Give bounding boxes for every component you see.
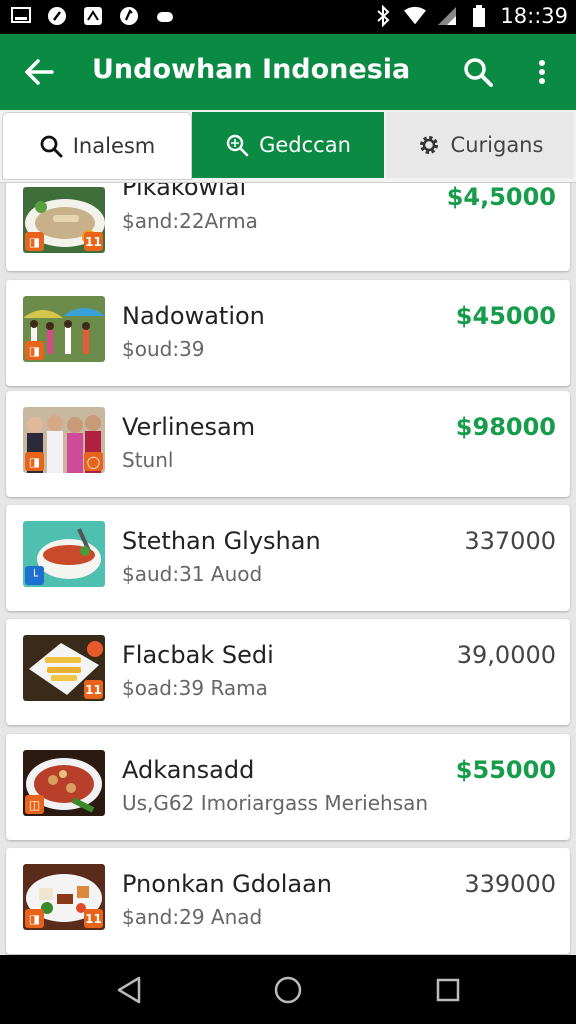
ticket-icon: ◫ bbox=[25, 795, 44, 814]
item-price: $98000 bbox=[455, 413, 556, 441]
item-subtitle: $and:22Arma bbox=[122, 209, 258, 233]
notification-icon bbox=[46, 6, 68, 26]
item-subtitle: $oud:39 bbox=[122, 337, 205, 361]
wifi-icon bbox=[404, 6, 427, 26]
nav-back-button[interactable] bbox=[112, 973, 146, 1007]
tab-label: Gedccan bbox=[259, 133, 351, 157]
item-subtitle: Stunl bbox=[122, 448, 174, 472]
tab-label: Curigans bbox=[450, 133, 544, 157]
tab-inalesm[interactable]: Inalesm bbox=[2, 112, 192, 180]
more-vert-icon bbox=[539, 60, 545, 84]
ticket-icon: 11 bbox=[84, 909, 103, 928]
food-thumbnail: └ bbox=[23, 521, 105, 587]
signal-icon bbox=[436, 6, 458, 26]
item-price: 337000 bbox=[464, 527, 556, 555]
ticket-icon: ◨ bbox=[25, 909, 44, 928]
item-name: Nadowation bbox=[122, 302, 265, 330]
item-name: Adkansadd bbox=[122, 756, 255, 784]
ticket-icon: 11 bbox=[84, 680, 103, 699]
battery-icon bbox=[468, 5, 490, 27]
chart-icon: └ bbox=[25, 566, 44, 585]
navigation-bar bbox=[0, 955, 576, 1024]
cloud-icon bbox=[154, 6, 176, 26]
item-price: 39,0000 bbox=[456, 641, 556, 669]
tab-label: Inalesm bbox=[72, 134, 156, 158]
circle-home-icon bbox=[274, 976, 302, 1004]
item-subtitle: $and:29 Anad bbox=[122, 905, 263, 929]
item-price: $4,5000 bbox=[446, 183, 556, 211]
ticket-icon: ◨ bbox=[25, 452, 44, 471]
status-right-icons: 18::39 bbox=[372, 4, 568, 28]
item-name: Pnonkan Gdolaan bbox=[122, 870, 332, 898]
food-thumbnail: ◨ 11 bbox=[23, 187, 105, 253]
screen-icon bbox=[10, 6, 32, 26]
list-item[interactable]: ◨ 11 Pnonkan Gdolaan $and:29 Anad 339000 bbox=[6, 848, 570, 954]
item-name: Flacbak Sedi bbox=[122, 641, 274, 669]
tab-gedccan[interactable]: Gedccan bbox=[192, 112, 384, 178]
image-icon bbox=[82, 6, 104, 26]
status-left-icons bbox=[10, 6, 176, 26]
tab-bar: Inalesm Gedccan Curigans bbox=[0, 110, 576, 183]
nav-home-button[interactable] bbox=[271, 973, 305, 1007]
nav-recents-button[interactable] bbox=[431, 973, 465, 1007]
food-thumbnail: ◨ 11 bbox=[23, 864, 105, 930]
ticket-icon: ◨ bbox=[25, 341, 44, 360]
ticket-icon: ◯ bbox=[84, 452, 103, 471]
item-subtitle: Us,G62 Imoriargass Meriehsan bbox=[122, 791, 429, 815]
item-name: Pikakowial bbox=[122, 183, 247, 201]
page-title: Undowhan Indonesia bbox=[92, 54, 411, 85]
food-thumbnail: 11 bbox=[23, 635, 105, 701]
back-button[interactable] bbox=[20, 54, 58, 90]
item-subtitle: $oad:39 Rama bbox=[122, 676, 268, 700]
search-button[interactable] bbox=[458, 52, 498, 92]
list-item[interactable]: ◨ ◯ Verlinesam Stunl $98000 bbox=[6, 391, 570, 497]
list-item[interactable]: └ Stethan Glyshan $aud:31 Auod 337000 bbox=[6, 505, 570, 611]
bluetooth-icon bbox=[372, 5, 394, 27]
status-bar: 18::39 bbox=[0, 0, 576, 34]
gear-icon bbox=[419, 136, 438, 154]
search-icon bbox=[464, 58, 493, 87]
item-price: $45000 bbox=[455, 302, 556, 330]
food-thumbnail: ◨ ◯ bbox=[23, 407, 105, 473]
status-time: 18::39 bbox=[500, 4, 568, 28]
ticket-icon: 11 bbox=[84, 232, 103, 251]
app-bar: Undowhan Indonesia bbox=[0, 34, 576, 110]
item-price: 339000 bbox=[464, 870, 556, 898]
search-icon bbox=[40, 135, 63, 158]
food-thumbnail: ◫ bbox=[23, 750, 105, 816]
food-thumbnail: ◨ bbox=[23, 296, 105, 362]
item-price: $55000 bbox=[455, 756, 556, 784]
arrow-left-icon bbox=[25, 59, 54, 85]
more-options-button[interactable] bbox=[524, 52, 560, 92]
item-name: Stethan Glyshan bbox=[122, 527, 321, 555]
list-item[interactable]: ◫ Adkansadd Us,G62 Imoriargass Meriehsan… bbox=[6, 734, 570, 840]
list-item[interactable]: ◨ 11 Pikakowial $and:22Arma $4,5000 bbox=[6, 183, 570, 271]
list-item[interactable]: ◨ Nadowation $oud:39 $45000 bbox=[6, 280, 570, 386]
tab-curigans[interactable]: Curigans bbox=[386, 112, 574, 178]
list-item[interactable]: 11 Flacbak Sedi $oad:39 Rama 39,0000 bbox=[6, 619, 570, 725]
item-subtitle: $aud:31 Auod bbox=[122, 562, 263, 586]
app-icon bbox=[118, 6, 140, 26]
item-list: ◨ 11 Pikakowial $and:22Arma $4,5000 ◨ Na… bbox=[0, 183, 576, 955]
ticket-icon: ◨ bbox=[25, 232, 44, 251]
triangle-back-icon bbox=[117, 976, 141, 1004]
search-icon bbox=[226, 134, 249, 157]
square-recents-icon bbox=[436, 978, 460, 1002]
item-name: Verlinesam bbox=[122, 413, 256, 441]
